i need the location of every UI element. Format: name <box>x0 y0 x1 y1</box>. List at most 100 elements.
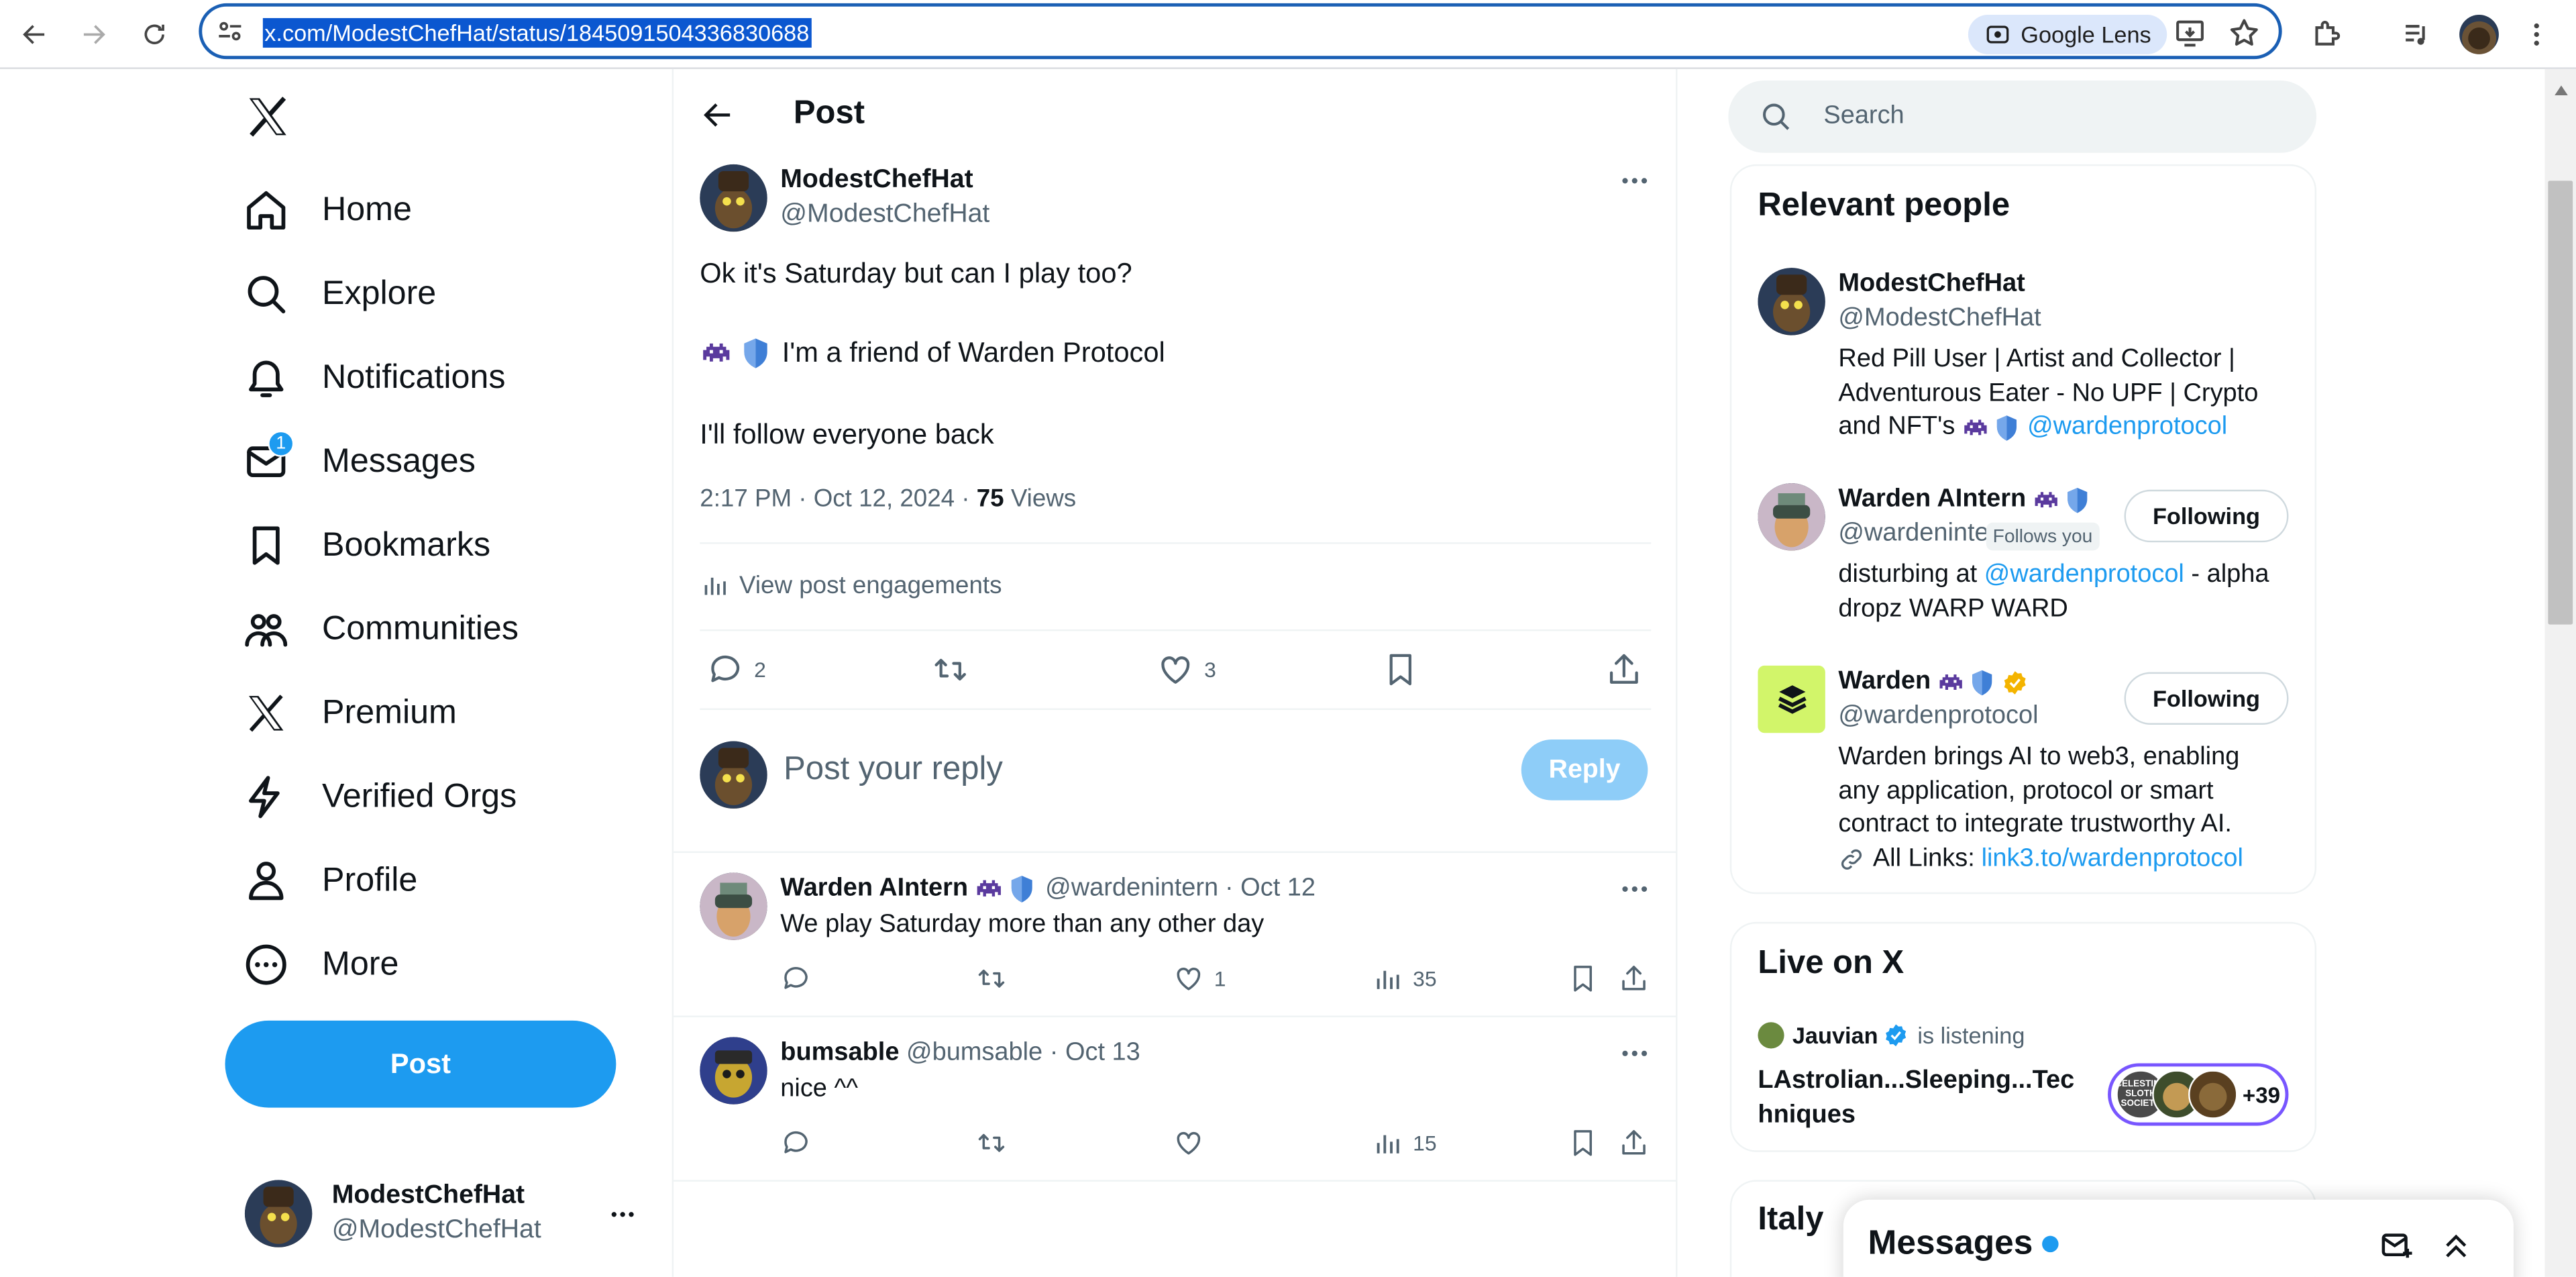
expand-drawer-icon[interactable] <box>2438 1227 2474 1272</box>
site-settings-icon[interactable] <box>215 16 245 54</box>
post-author-handle[interactable]: @ModestChefHat <box>780 201 989 230</box>
reply-repost-action[interactable] <box>976 1127 1008 1159</box>
forward-icon[interactable] <box>74 15 113 54</box>
reply-reply-action[interactable] <box>780 1127 812 1159</box>
browser-menu-icon[interactable] <box>2517 15 2557 54</box>
share-action[interactable] <box>1605 651 1643 688</box>
nav-profile[interactable]: Profile <box>243 848 417 914</box>
reply-author-handle[interactable]: @wardenintern <box>1045 874 1218 904</box>
scrollbar-thumb[interactable] <box>2548 181 2573 625</box>
nav-verified-orgs[interactable]: Verified Orgs <box>243 764 517 830</box>
account-more-icon[interactable] <box>608 1200 637 1237</box>
reply-author-handle[interactable]: @bumsable <box>906 1039 1042 1067</box>
address-bar[interactable]: x.com/ModestChefHat/status/1845091504336… <box>199 3 2282 60</box>
reply-author-name[interactable]: Warden AIntern <box>780 874 968 904</box>
google-lens-button[interactable]: Google Lens <box>1968 15 2168 54</box>
browser-profile-avatar[interactable] <box>2459 15 2499 54</box>
x-logo-icon[interactable] <box>243 92 292 150</box>
like-action[interactable]: 3 <box>1157 651 1216 688</box>
person-name[interactable]: Warden AIntern <box>1838 484 2026 514</box>
account-switcher[interactable]: ModestChefHat @ModestChefHat <box>227 1164 654 1266</box>
nav-more[interactable]: More <box>243 932 398 998</box>
url-text[interactable]: x.com/ModestChefHat/status/1845091504336… <box>262 17 811 48</box>
reply-date[interactable]: · Oct 13 <box>1050 1039 1140 1067</box>
nav-notifications[interactable]: Notifications <box>243 345 505 411</box>
person-bio-link[interactable]: @wardenprotocol <box>2027 411 2227 444</box>
share-icon <box>1622 966 1646 990</box>
star-icon[interactable] <box>2228 16 2261 57</box>
divider <box>674 1180 1678 1182</box>
reply-more-icon[interactable] <box>1618 1037 1651 1078</box>
person-bio: Red Pill User | Artist and Collector | A… <box>1838 344 2298 445</box>
account-name: ModestChefHat <box>331 1181 525 1210</box>
space-title[interactable]: LAstrolian...Sleeping...Tec hniques <box>1758 1065 2086 1132</box>
reply-action[interactable]: 2 <box>706 651 766 688</box>
reply-more-icon[interactable] <box>1618 872 1651 913</box>
person-name[interactable]: Warden <box>1838 667 1931 697</box>
reply-avatar[interactable] <box>700 1037 767 1105</box>
shield-icon <box>2068 487 2088 513</box>
nav-home[interactable]: Home <box>243 177 412 243</box>
live-host-row[interactable]: Jauvian is listening <box>1758 1022 2025 1049</box>
messages-drawer-title-row: Messages <box>1868 1225 2059 1264</box>
new-message-icon[interactable] <box>2379 1227 2415 1272</box>
reply-repost-action[interactable] <box>976 963 1008 994</box>
reply-reply-action[interactable] <box>780 963 812 994</box>
reply-like-action[interactable]: 1 <box>1173 963 1226 994</box>
reload-icon[interactable] <box>135 15 174 54</box>
person-name[interactable]: ModestChefHat <box>1838 270 2025 299</box>
back-icon[interactable] <box>15 15 54 54</box>
back-arrow-icon[interactable] <box>700 97 736 141</box>
reply-bookmark-action[interactable] <box>1567 1127 1599 1159</box>
search-box[interactable]: Search <box>1728 81 2317 153</box>
nav-home-label: Home <box>322 191 412 229</box>
share-icon <box>1622 1130 1646 1155</box>
nav-communities[interactable]: Communities <box>243 597 519 662</box>
extensions-icon[interactable] <box>2306 15 2346 54</box>
reply-views-action[interactable]: 35 <box>1372 963 1437 994</box>
person-bio-link[interactable]: link3.to/wardenprotocol <box>1982 842 2243 876</box>
reply-item[interactable]: Warden AIntern @wardenintern · Oct 12 We… <box>674 852 1677 1016</box>
page-title: Post <box>793 95 865 132</box>
following-button[interactable]: Following <box>2124 672 2289 725</box>
reply-share-action[interactable] <box>1618 1127 1650 1159</box>
person-handle[interactable]: @wardenprotocol <box>1838 702 2038 731</box>
post-more-icon[interactable] <box>1618 164 1651 205</box>
reply-input[interactable]: Post your reply <box>784 751 1003 788</box>
search-input[interactable]: Search <box>1823 102 1904 132</box>
person-bio-link[interactable]: @wardenprotocol <box>1984 560 2184 589</box>
reply-views-action[interactable]: 15 <box>1372 1127 1437 1159</box>
reply-date[interactable]: · Oct 12 <box>1225 874 1316 904</box>
scroll-up-icon[interactable] <box>2553 76 2569 105</box>
bookmark-action[interactable] <box>1382 651 1419 688</box>
reply-avatar[interactable] <box>700 872 767 940</box>
post-button[interactable]: Post <box>225 1020 616 1108</box>
reply-like-action[interactable] <box>1173 1127 1205 1159</box>
post-author-avatar[interactable] <box>700 164 767 232</box>
nav-bookmarks[interactable]: Bookmarks <box>243 513 490 578</box>
view-engagements-link[interactable]: View post engagements <box>700 570 1002 600</box>
reply-share-action[interactable] <box>1618 963 1650 994</box>
person-avatar[interactable] <box>1758 483 1825 551</box>
repost-action[interactable] <box>932 651 969 688</box>
reply-item[interactable]: bumsable @bumsable · Oct 13 nice ^^ 15 <box>674 1015 1677 1180</box>
person-handle[interactable]: @wardenintern <box>1838 519 1986 548</box>
person-avatar[interactable] <box>1758 665 1825 733</box>
nav-explore[interactable]: Explore <box>243 261 436 327</box>
person-avatar[interactable] <box>1758 268 1825 336</box>
x-logo-icon <box>249 695 284 732</box>
reply-text: We play Saturday more than any other day <box>780 910 1265 939</box>
person-handle[interactable]: @ModestChefHat <box>1838 304 2041 334</box>
reply-author-name[interactable]: bumsable <box>780 1039 899 1067</box>
messages-drawer[interactable]: Messages <box>1843 1199 2514 1277</box>
space-listeners-pill[interactable]: CELESTINE SLOTH SOCIETY +39 <box>2108 1063 2289 1126</box>
nav-premium[interactable]: Premium <box>243 680 457 746</box>
post-timestamp[interactable]: 2:17 PM · Oct 12, 2024 · <box>700 484 976 513</box>
post-author-name[interactable]: ModestChefHat <box>780 166 973 195</box>
media-control-icon[interactable] <box>2397 15 2436 54</box>
following-button[interactable]: Following <box>2124 489 2289 543</box>
reply-bookmark-action[interactable] <box>1567 963 1599 994</box>
person-bio-line: Red Pill User | Artist and Collector | <box>1838 345 2235 373</box>
reply-button[interactable]: Reply <box>1521 739 1648 801</box>
install-app-icon[interactable] <box>2174 16 2206 57</box>
